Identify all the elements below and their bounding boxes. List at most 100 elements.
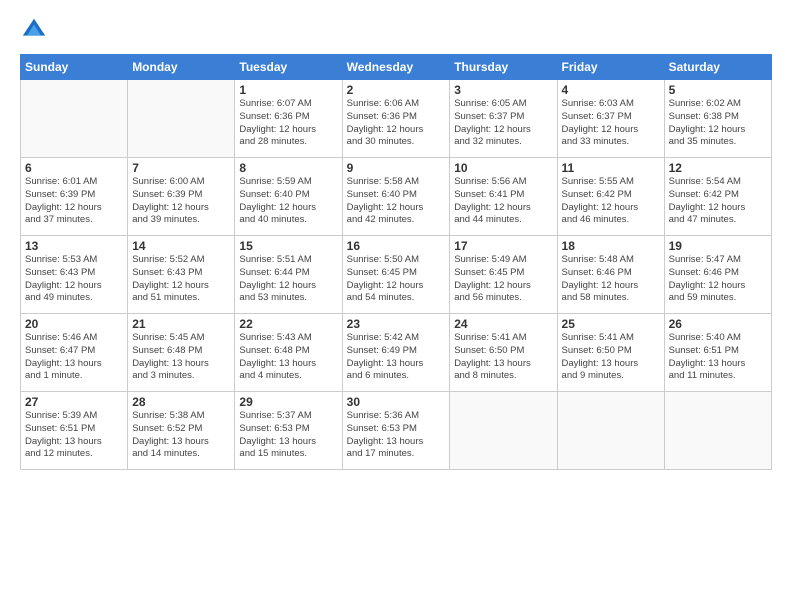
- day-cell: 19Sunrise: 5:47 AMSunset: 6:46 PMDayligh…: [664, 236, 771, 314]
- day-info: Sunrise: 5:49 AMSunset: 6:45 PMDaylight:…: [454, 254, 552, 305]
- day-info: Sunrise: 5:46 AMSunset: 6:47 PMDaylight:…: [25, 332, 123, 383]
- day-cell: [128, 80, 235, 158]
- day-cell: 3Sunrise: 6:05 AMSunset: 6:37 PMDaylight…: [450, 80, 557, 158]
- day-number: 18: [562, 239, 660, 253]
- day-cell: 8Sunrise: 5:59 AMSunset: 6:40 PMDaylight…: [235, 158, 342, 236]
- day-info: Sunrise: 6:01 AMSunset: 6:39 PMDaylight:…: [25, 176, 123, 227]
- day-cell: 12Sunrise: 5:54 AMSunset: 6:42 PMDayligh…: [664, 158, 771, 236]
- day-number: 10: [454, 161, 552, 175]
- day-cell: 15Sunrise: 5:51 AMSunset: 6:44 PMDayligh…: [235, 236, 342, 314]
- day-number: 30: [347, 395, 446, 409]
- day-number: 1: [239, 83, 337, 97]
- day-cell: 30Sunrise: 5:36 AMSunset: 6:53 PMDayligh…: [342, 392, 450, 470]
- col-friday: Friday: [557, 55, 664, 80]
- day-number: 21: [132, 317, 230, 331]
- day-info: Sunrise: 5:52 AMSunset: 6:43 PMDaylight:…: [132, 254, 230, 305]
- day-number: 9: [347, 161, 446, 175]
- day-cell: 5Sunrise: 6:02 AMSunset: 6:38 PMDaylight…: [664, 80, 771, 158]
- day-cell: 2Sunrise: 6:06 AMSunset: 6:36 PMDaylight…: [342, 80, 450, 158]
- day-number: 12: [669, 161, 767, 175]
- col-monday: Monday: [128, 55, 235, 80]
- day-number: 20: [25, 317, 123, 331]
- day-cell: 18Sunrise: 5:48 AMSunset: 6:46 PMDayligh…: [557, 236, 664, 314]
- col-wednesday: Wednesday: [342, 55, 450, 80]
- day-cell: 25Sunrise: 5:41 AMSunset: 6:50 PMDayligh…: [557, 314, 664, 392]
- day-info: Sunrise: 5:41 AMSunset: 6:50 PMDaylight:…: [562, 332, 660, 383]
- day-cell: [557, 392, 664, 470]
- day-info: Sunrise: 5:55 AMSunset: 6:42 PMDaylight:…: [562, 176, 660, 227]
- day-number: 15: [239, 239, 337, 253]
- calendar-table: Sunday Monday Tuesday Wednesday Thursday…: [20, 54, 772, 470]
- header: [20, 16, 772, 44]
- day-cell: 11Sunrise: 5:55 AMSunset: 6:42 PMDayligh…: [557, 158, 664, 236]
- day-number: 19: [669, 239, 767, 253]
- day-number: 13: [25, 239, 123, 253]
- day-cell: 13Sunrise: 5:53 AMSunset: 6:43 PMDayligh…: [21, 236, 128, 314]
- day-cell: 20Sunrise: 5:46 AMSunset: 6:47 PMDayligh…: [21, 314, 128, 392]
- day-info: Sunrise: 6:07 AMSunset: 6:36 PMDaylight:…: [239, 98, 337, 149]
- week-row-2: 6Sunrise: 6:01 AMSunset: 6:39 PMDaylight…: [21, 158, 772, 236]
- day-cell: 14Sunrise: 5:52 AMSunset: 6:43 PMDayligh…: [128, 236, 235, 314]
- day-cell: 27Sunrise: 5:39 AMSunset: 6:51 PMDayligh…: [21, 392, 128, 470]
- day-number: 14: [132, 239, 230, 253]
- day-info: Sunrise: 6:02 AMSunset: 6:38 PMDaylight:…: [669, 98, 767, 149]
- day-cell: 6Sunrise: 6:01 AMSunset: 6:39 PMDaylight…: [21, 158, 128, 236]
- day-info: Sunrise: 6:03 AMSunset: 6:37 PMDaylight:…: [562, 98, 660, 149]
- day-cell: 9Sunrise: 5:58 AMSunset: 6:40 PMDaylight…: [342, 158, 450, 236]
- day-info: Sunrise: 5:36 AMSunset: 6:53 PMDaylight:…: [347, 410, 446, 461]
- day-number: 11: [562, 161, 660, 175]
- week-row-1: 1Sunrise: 6:07 AMSunset: 6:36 PMDaylight…: [21, 80, 772, 158]
- day-cell: 1Sunrise: 6:07 AMSunset: 6:36 PMDaylight…: [235, 80, 342, 158]
- day-cell: 29Sunrise: 5:37 AMSunset: 6:53 PMDayligh…: [235, 392, 342, 470]
- day-number: 6: [25, 161, 123, 175]
- day-info: Sunrise: 5:56 AMSunset: 6:41 PMDaylight:…: [454, 176, 552, 227]
- day-cell: 10Sunrise: 5:56 AMSunset: 6:41 PMDayligh…: [450, 158, 557, 236]
- day-number: 3: [454, 83, 552, 97]
- day-cell: 7Sunrise: 6:00 AMSunset: 6:39 PMDaylight…: [128, 158, 235, 236]
- col-tuesday: Tuesday: [235, 55, 342, 80]
- day-number: 8: [239, 161, 337, 175]
- day-cell: 21Sunrise: 5:45 AMSunset: 6:48 PMDayligh…: [128, 314, 235, 392]
- logo: [20, 16, 52, 44]
- day-number: 29: [239, 395, 337, 409]
- col-sunday: Sunday: [21, 55, 128, 80]
- calendar-header-row: Sunday Monday Tuesday Wednesday Thursday…: [21, 55, 772, 80]
- day-number: 25: [562, 317, 660, 331]
- day-number: 7: [132, 161, 230, 175]
- day-info: Sunrise: 6:00 AMSunset: 6:39 PMDaylight:…: [132, 176, 230, 227]
- day-info: Sunrise: 5:43 AMSunset: 6:48 PMDaylight:…: [239, 332, 337, 383]
- day-number: 27: [25, 395, 123, 409]
- day-cell: [21, 80, 128, 158]
- day-number: 5: [669, 83, 767, 97]
- day-info: Sunrise: 6:06 AMSunset: 6:36 PMDaylight:…: [347, 98, 446, 149]
- day-info: Sunrise: 5:48 AMSunset: 6:46 PMDaylight:…: [562, 254, 660, 305]
- day-number: 26: [669, 317, 767, 331]
- week-row-4: 20Sunrise: 5:46 AMSunset: 6:47 PMDayligh…: [21, 314, 772, 392]
- col-saturday: Saturday: [664, 55, 771, 80]
- day-info: Sunrise: 5:40 AMSunset: 6:51 PMDaylight:…: [669, 332, 767, 383]
- day-cell: 24Sunrise: 5:41 AMSunset: 6:50 PMDayligh…: [450, 314, 557, 392]
- day-number: 4: [562, 83, 660, 97]
- day-info: Sunrise: 5:58 AMSunset: 6:40 PMDaylight:…: [347, 176, 446, 227]
- logo-icon: [20, 16, 48, 44]
- day-info: Sunrise: 5:45 AMSunset: 6:48 PMDaylight:…: [132, 332, 230, 383]
- day-number: 23: [347, 317, 446, 331]
- day-number: 2: [347, 83, 446, 97]
- day-info: Sunrise: 5:39 AMSunset: 6:51 PMDaylight:…: [25, 410, 123, 461]
- day-number: 17: [454, 239, 552, 253]
- day-info: Sunrise: 5:41 AMSunset: 6:50 PMDaylight:…: [454, 332, 552, 383]
- day-cell: 28Sunrise: 5:38 AMSunset: 6:52 PMDayligh…: [128, 392, 235, 470]
- day-number: 16: [347, 239, 446, 253]
- day-info: Sunrise: 5:59 AMSunset: 6:40 PMDaylight:…: [239, 176, 337, 227]
- day-info: Sunrise: 5:47 AMSunset: 6:46 PMDaylight:…: [669, 254, 767, 305]
- day-cell: 23Sunrise: 5:42 AMSunset: 6:49 PMDayligh…: [342, 314, 450, 392]
- day-info: Sunrise: 5:37 AMSunset: 6:53 PMDaylight:…: [239, 410, 337, 461]
- day-cell: 17Sunrise: 5:49 AMSunset: 6:45 PMDayligh…: [450, 236, 557, 314]
- day-info: Sunrise: 5:51 AMSunset: 6:44 PMDaylight:…: [239, 254, 337, 305]
- day-info: Sunrise: 5:50 AMSunset: 6:45 PMDaylight:…: [347, 254, 446, 305]
- day-number: 28: [132, 395, 230, 409]
- col-thursday: Thursday: [450, 55, 557, 80]
- day-cell: 26Sunrise: 5:40 AMSunset: 6:51 PMDayligh…: [664, 314, 771, 392]
- day-cell: [664, 392, 771, 470]
- week-row-3: 13Sunrise: 5:53 AMSunset: 6:43 PMDayligh…: [21, 236, 772, 314]
